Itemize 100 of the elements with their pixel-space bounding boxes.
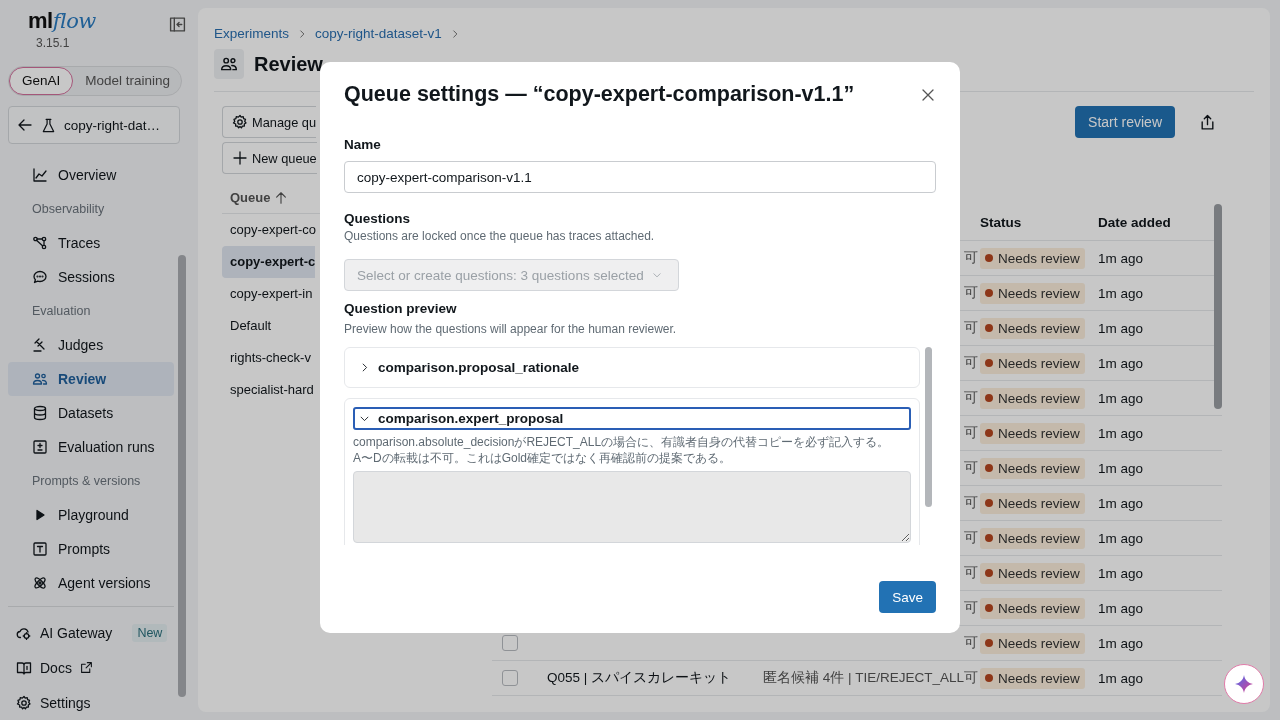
nav-item[interactable]: Settings xyxy=(8,685,174,720)
table-cell: 可 xyxy=(964,424,978,442)
table-cell: 可 xyxy=(964,249,978,267)
plus-icon xyxy=(232,150,248,166)
field-label: Name xyxy=(344,137,382,152)
text-box-icon xyxy=(32,541,48,557)
name-field[interactable]: copy-expert-comparison-v1.1 xyxy=(344,161,936,193)
status-badge: Needs review xyxy=(980,247,1085,269)
sparkle-icon xyxy=(1234,674,1254,694)
table-cell: 1m ago xyxy=(1098,320,1144,336)
scrollbar[interactable] xyxy=(925,347,932,507)
status-badge: Needs review xyxy=(980,492,1085,514)
nav-item[interactable]: Agent versions xyxy=(8,566,174,600)
status-badge: Needs review xyxy=(980,282,1085,304)
table-cell: 可 xyxy=(964,354,978,372)
database-icon xyxy=(32,405,48,421)
dialog-title: Queue settings — “copy-expert-comparison-v1.1” xyxy=(344,82,855,107)
status-badge: Needs review xyxy=(980,317,1085,339)
table-cell: 可 xyxy=(964,319,978,337)
status-badge: Needs review xyxy=(980,352,1085,374)
version-label: 3.15.1 xyxy=(35,36,71,50)
table-cell: 1m ago xyxy=(1098,635,1144,651)
table-cell: 1m ago xyxy=(1098,250,1144,266)
queue-item[interactable]: rights-check-v xyxy=(222,342,311,374)
nodes-icon xyxy=(32,235,48,251)
share-icon xyxy=(1199,113,1216,131)
chart-icon xyxy=(32,167,48,183)
answer-box[interactable] xyxy=(353,471,911,543)
mlflow-logo: mlflow xyxy=(28,8,96,34)
table-cell: 1m ago xyxy=(1098,565,1144,581)
queue-item[interactable]: copy-expert-c xyxy=(222,246,316,278)
status-badge: Needs review xyxy=(980,387,1085,409)
nav-section-label: Prompts & versions xyxy=(31,473,142,490)
scrollbar[interactable] xyxy=(178,255,186,697)
status-badge: Needs review xyxy=(980,527,1085,549)
table-cell: 1m ago xyxy=(1098,460,1144,476)
table-cell: 1m ago xyxy=(1098,600,1144,616)
page-title: Review xyxy=(254,52,323,76)
table-cell: 可 xyxy=(964,494,978,512)
queue-item[interactable]: Default xyxy=(222,310,272,342)
table-cell: 可 xyxy=(964,529,978,547)
gear-icon xyxy=(16,694,32,711)
scrollbar[interactable] xyxy=(1214,204,1222,409)
table-cell: 1m ago xyxy=(1098,670,1144,686)
column-header: Date added xyxy=(1098,214,1171,230)
sort-up-arrow-icon xyxy=(274,190,289,205)
table-cell: 1m ago xyxy=(1098,530,1144,546)
help-text: Preview how the questions will appear for the human reviewer. xyxy=(344,322,678,336)
new-badge: New xyxy=(132,623,168,642)
nav-item[interactable]: Prompts xyxy=(8,532,174,566)
start-review-button[interactable]: Start review xyxy=(1075,106,1175,138)
experiment-selector[interactable]: copy-right-dat… xyxy=(8,106,180,144)
table-cell: 可 xyxy=(964,459,978,477)
nav-item[interactable]: Sessions xyxy=(8,260,174,294)
nav-item[interactable]: Review xyxy=(8,362,174,396)
table-cell: 1m ago xyxy=(1098,495,1144,511)
column-header: Status xyxy=(980,214,1022,230)
plus-minus-box-icon xyxy=(32,439,48,455)
nav-item[interactable]: Evaluation runs xyxy=(8,430,174,464)
manage-button[interactable]: Manage qu xyxy=(222,106,317,138)
gear-icon xyxy=(232,114,248,130)
nav-item[interactable]: Overview xyxy=(8,158,174,192)
field-label: Questions xyxy=(344,211,411,226)
table-cell: Q055 | スパイスカレーキット xyxy=(547,669,732,687)
row-checkbox[interactable] xyxy=(502,635,518,651)
row-checkbox[interactable] xyxy=(502,670,518,686)
breadcrumb-link[interactable]: copy-right-dataset-v1 xyxy=(315,26,442,41)
nav-item[interactable]: Traces xyxy=(8,226,174,260)
new-queue-button[interactable]: New queue xyxy=(222,142,317,174)
status-badge: Needs review xyxy=(980,422,1085,444)
queue-item[interactable]: specialist-hard xyxy=(222,374,314,406)
flask-icon xyxy=(41,117,56,133)
mode-tab[interactable]: GenAI xyxy=(9,67,74,95)
nav-item[interactable]: Judges xyxy=(8,328,174,362)
nav-item[interactable]: Playground xyxy=(8,498,174,532)
nav-section-label: Evaluation xyxy=(31,303,92,320)
status-badge: Needs review xyxy=(980,597,1085,619)
mode-tab[interactable]: Model training xyxy=(73,67,183,95)
status-badge: Needs review xyxy=(980,632,1085,654)
back-arrow-icon xyxy=(17,117,33,133)
table-cell: 可 xyxy=(964,599,978,617)
nav-item[interactable]: AI Gateway New xyxy=(8,615,174,650)
help-text: Questions are locked once the queue has traces attached. xyxy=(344,229,656,243)
table-cell: 1m ago xyxy=(1098,425,1144,441)
save-button[interactable]: Save xyxy=(879,581,936,613)
nav-section-label: Observability xyxy=(31,201,106,218)
table-cell: 1m ago xyxy=(1098,285,1144,301)
question-header[interactable]: comparison.expert_proposal xyxy=(353,407,911,430)
people-icon xyxy=(220,55,238,73)
table-cell: 可 xyxy=(964,284,978,302)
queue-item[interactable]: copy-expert-co xyxy=(222,214,316,246)
nav-item[interactable]: Datasets xyxy=(8,396,174,430)
table-cell: 可 xyxy=(964,389,978,407)
queue-item[interactable]: copy-expert-in xyxy=(222,278,313,310)
breadcrumb-link[interactable]: Experiments xyxy=(214,26,290,41)
table-cell: 匿名候補 4件 | TIE/REJECT_ALL可 xyxy=(762,669,978,687)
collapse-sidebar-icon xyxy=(169,16,186,33)
chat-bubble-icon xyxy=(32,269,48,285)
nav-item[interactable]: Docs xyxy=(8,650,174,685)
atom-icon xyxy=(32,575,48,591)
